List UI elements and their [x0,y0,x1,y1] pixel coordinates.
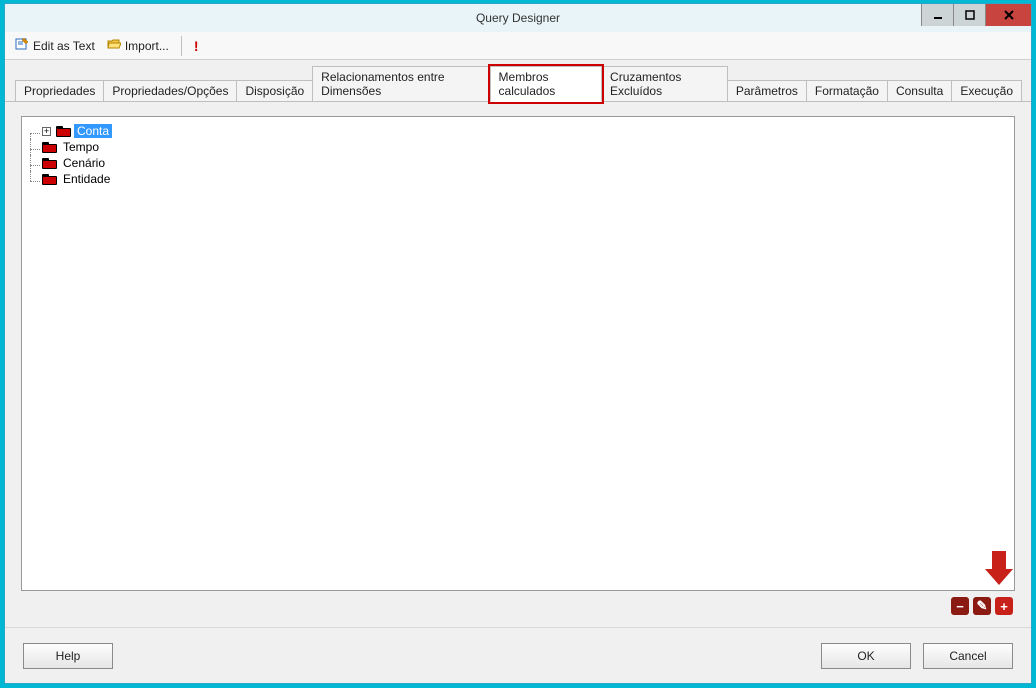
action-icon-row: − ✎ + [21,591,1015,617]
plus-icon: + [1000,599,1008,614]
tab-label: Disposição [245,84,304,98]
tab-label: Formatação [815,84,879,98]
tree-item[interactable]: Tempo [30,139,1006,155]
minimize-button[interactable] [921,4,953,26]
tab-propriedades[interactable]: Propriedades [15,80,104,101]
tab-label: Cruzamentos Excluídos [610,70,681,98]
tab-consulta[interactable]: Consulta [887,80,952,101]
window-title: Query Designer [476,11,560,25]
tree-item-label: Cenário [60,156,108,170]
import-label: Import... [125,39,169,53]
folder-icon [42,174,57,185]
window-controls [921,4,1031,32]
tab-formata-o[interactable]: Formatação [806,80,888,101]
tab-par-metros[interactable]: Parâmetros [727,80,807,101]
tree-item-label: Tempo [60,140,102,154]
folder-open-icon [107,38,121,53]
edit-as-text-button[interactable]: Edit as Text [11,35,99,56]
tab-strip: Propriedades Propriedades/Opções Disposiçã… [5,60,1031,102]
edit-member-button[interactable]: ✎ [973,597,991,615]
query-designer-window: Query Designer Edit as Text Import... [4,3,1032,684]
pencil-icon: ✎ [977,598,988,614]
dialog-footer: Help OK Cancel [5,627,1031,683]
tab-label: Membros calculados [499,70,556,98]
tree-item[interactable]: + Conta [30,123,1006,139]
tab-label: Relacionamentos entre Dimensões [321,70,444,98]
dimension-tree-pane[interactable]: + Conta Tempo Cenário Entidade [21,116,1015,591]
add-member-button[interactable]: + [995,597,1013,615]
tab-relacionamentos-entre-dimens-es[interactable]: Relacionamentos entre Dimensões [312,66,490,101]
help-button[interactable]: Help [23,643,113,669]
tab-label: Propriedades [24,84,95,98]
remove-member-button[interactable]: − [951,597,969,615]
tree-item[interactable]: Cenário [30,155,1006,171]
tab-label: Parâmetros [736,84,798,98]
tree-item[interactable]: Entidade [30,171,1006,187]
tab-label: Consulta [896,84,943,98]
titlebar: Query Designer [5,4,1031,32]
tab-cruzamentos-exclu-dos[interactable]: Cruzamentos Excluídos [601,66,728,101]
toolbar-separator [181,36,182,56]
tree-item-label: Entidade [60,172,113,186]
tab-disposi-o[interactable]: Disposição [236,80,313,101]
folder-icon [42,158,57,169]
minus-icon: − [956,599,964,614]
content-area: + Conta Tempo Cenário Entidade − ✎ + [5,102,1031,627]
tab-membros-calculados[interactable]: Membros calculados [490,66,603,102]
edit-text-icon [15,37,29,54]
expand-toggle[interactable]: + [42,127,51,136]
tab-propriedades-op-es[interactable]: Propriedades/Opções [103,80,237,101]
toolbar: Edit as Text Import... ! [5,32,1031,60]
close-button[interactable] [985,4,1031,26]
tab-label: Execução [960,84,1013,98]
dimension-tree: + Conta Tempo Cenário Entidade [30,123,1006,187]
tree-item-label: Conta [74,124,112,138]
ok-button[interactable]: OK [821,643,911,669]
edit-as-text-label: Edit as Text [33,39,95,53]
maximize-button[interactable] [953,4,985,26]
warning-icon[interactable]: ! [190,38,203,54]
import-button[interactable]: Import... [103,36,173,55]
tab-label: Propriedades/Opções [112,84,228,98]
tab-execu-o[interactable]: Execução [951,80,1022,101]
folder-icon [42,142,57,153]
cancel-button[interactable]: Cancel [923,643,1013,669]
folder-icon [56,126,71,137]
